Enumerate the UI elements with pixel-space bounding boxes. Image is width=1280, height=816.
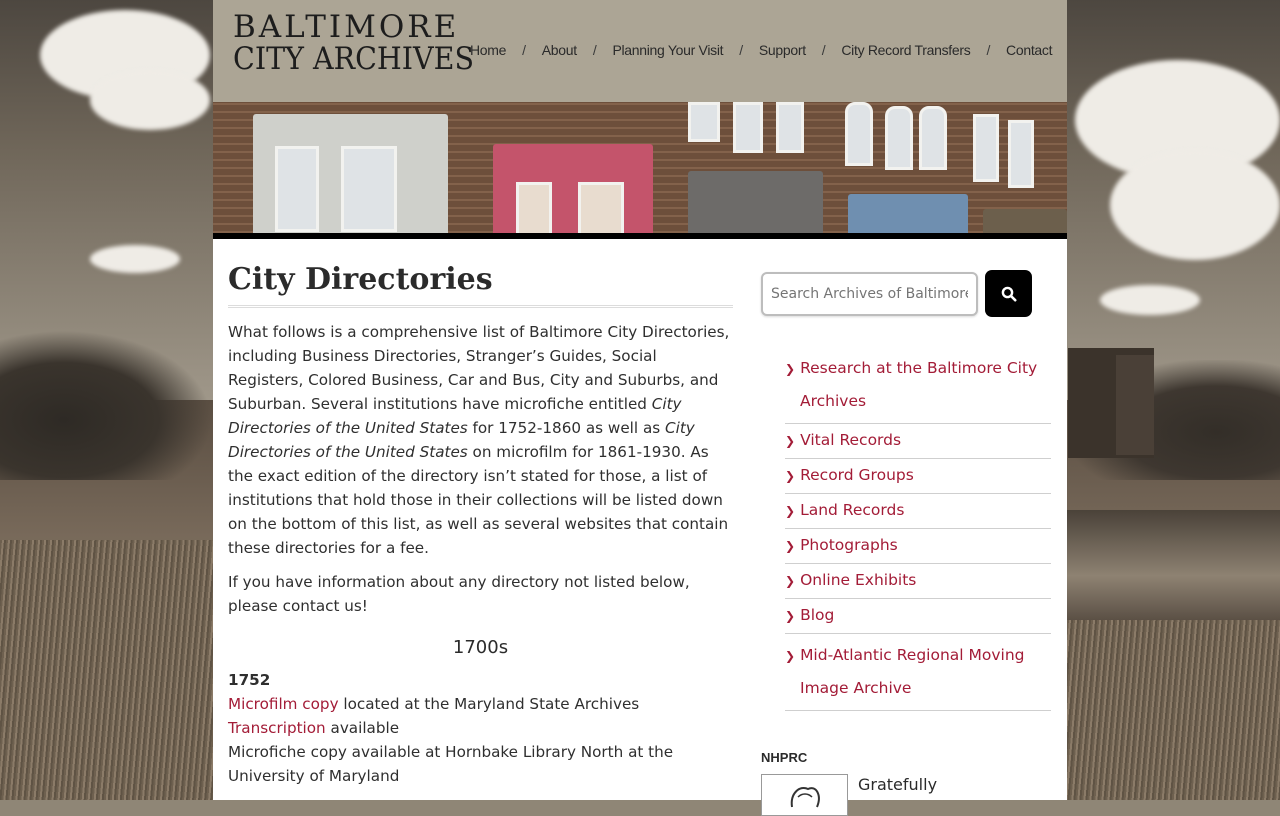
entry-microfilm: Microfilm copy located at the Maryland S… (228, 692, 733, 716)
logo-line-1: BALTIMORE (233, 9, 460, 45)
main-content: City Directories What follows is a compr… (228, 262, 733, 788)
window (845, 102, 873, 166)
window (688, 102, 720, 142)
sidebar-item-label: Online Exhibits (800, 571, 917, 589)
nav-city-record-transfers[interactable]: City Record Transfers (841, 42, 970, 58)
cloud (1100, 285, 1200, 315)
sidebar-item-label: Vital Records (800, 431, 902, 449)
nhprc-logo-image[interactable] (761, 774, 848, 816)
window (733, 102, 763, 153)
nav-separator: / (592, 42, 597, 58)
entry-text: located at the Maryland State Archives (338, 695, 640, 713)
gray-bay-window (688, 171, 823, 239)
search-input[interactable] (761, 271, 978, 316)
article-body: What follows is a comprehensive list of … (228, 320, 733, 788)
logo-line-2: CITY ARCHIVES (233, 41, 474, 77)
window (973, 114, 999, 182)
sidebar-item-label: Research at the Baltimore City (800, 359, 1038, 377)
chevron-right-icon: ❯ (785, 539, 796, 553)
decade-heading: 1700s (452, 637, 509, 658)
window (919, 106, 947, 170)
microfilm-copy-link[interactable]: Microfilm copy (228, 695, 339, 713)
nav-contact[interactable]: Contact (1006, 42, 1052, 58)
sidebar-menu: ❯ Research at the Baltimore City Archives … (785, 347, 1051, 711)
grass (1067, 620, 1280, 800)
chevron-right-icon: ❯ (785, 469, 796, 483)
nhprc-heading: NHPRC (761, 750, 808, 765)
building (1116, 355, 1154, 455)
sidebar-item-label: Archives (800, 392, 867, 410)
search-form (761, 270, 1051, 317)
nav-support[interactable]: Support (759, 42, 806, 58)
sidebar-item-label: Land Records (800, 501, 905, 519)
eagle-icon (790, 787, 820, 808)
sidebar-item-label: Blog (800, 606, 835, 624)
nav-separator: / (986, 42, 991, 58)
chevron-right-icon: ❯ (785, 574, 796, 588)
window (1008, 120, 1034, 188)
main-nav: Home / About / Planning Your Visit / Sup… (470, 42, 1053, 58)
site-logo[interactable]: BALTIMORE CITY ARCHIVES (233, 9, 495, 77)
sidebar-item-label: Photographs (800, 536, 898, 554)
chevron-right-icon: ❯ (785, 649, 796, 663)
window (776, 102, 804, 153)
entry-microfiche: Microfiche copy available at Hornbake Li… (228, 743, 674, 785)
water (1067, 510, 1280, 620)
chevron-right-icon: ❯ (785, 434, 796, 448)
grass (0, 540, 213, 800)
trees-left (0, 330, 213, 480)
nav-separator: / (821, 42, 826, 58)
nav-home[interactable]: Home (470, 42, 506, 58)
sidebar-item-label: Record Groups (800, 466, 914, 484)
entry-text: available (325, 719, 400, 737)
sidebar-item-online-exhibits[interactable]: ❯ Online Exhibits (785, 564, 1051, 599)
year-heading: 1752 (228, 671, 271, 689)
window (341, 146, 397, 232)
chevron-right-icon: ❯ (785, 362, 796, 376)
window (275, 146, 319, 232)
window (578, 182, 624, 239)
site-header: BALTIMORE CITY ARCHIVES Home / About / P… (213, 0, 1067, 102)
sidebar: ❯Research at the Baltimore CityArchives … (761, 270, 1051, 816)
chevron-right-icon: ❯ (785, 504, 796, 518)
sidebar-item-label: Image Archive (800, 679, 912, 697)
grant-acknowledgement: Gratefully (858, 775, 938, 794)
window (885, 106, 913, 170)
search-icon (1001, 286, 1016, 301)
intro-paragraph: What follows is a comprehensive list of … (228, 320, 733, 560)
cloud (90, 70, 210, 130)
window (516, 182, 552, 239)
banner-rule (213, 233, 1067, 239)
sidebar-item-record-groups[interactable]: ❯ Record Groups (785, 459, 1051, 494)
entry-transcription: Transcription available (228, 716, 733, 740)
search-button[interactable] (985, 270, 1032, 317)
sidebar-item-label: Mid-Atlantic Regional Moving (800, 646, 1025, 664)
nav-about[interactable]: About (542, 42, 577, 58)
nav-separator: / (522, 42, 526, 58)
sidebar-item-photographs[interactable]: ❯ Photographs (785, 529, 1051, 564)
chevron-right-icon: ❯ (785, 609, 796, 623)
sidebar-item-vital-records[interactable]: ❯ Vital Records (785, 424, 1051, 459)
transcription-link[interactable]: Transcription (228, 719, 326, 737)
sidebar-item-mid-atlantic-archive[interactable]: ❯ Mid-Atlantic Regional Moving Image Archi… (785, 634, 1051, 711)
sidebar-item-blog[interactable]: ❯ Blog (785, 599, 1051, 634)
page-title: City Directories (228, 262, 733, 308)
rowhouse-banner (213, 102, 1067, 239)
contact-note: If you have information about any direct… (228, 573, 690, 615)
nav-separator: / (739, 42, 743, 58)
sidebar-item-research[interactable]: ❯ Research at the Baltimore City Archives (785, 347, 1051, 424)
sidebar-item-land-records[interactable]: ❯ Land Records (785, 494, 1051, 529)
cloud (90, 245, 180, 273)
nav-planning-your-visit[interactable]: Planning Your Visit (612, 42, 723, 58)
cloud (1110, 150, 1280, 260)
main-column: BALTIMORE CITY ARCHIVES Home / About / P… (213, 0, 1067, 816)
intro-text: for 1752-1860 as well as (467, 419, 665, 437)
